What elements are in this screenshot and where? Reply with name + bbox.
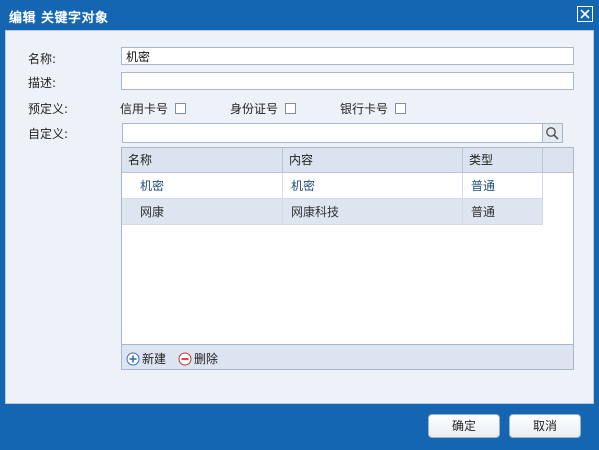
cell-name: 网康 xyxy=(122,199,283,225)
table-row[interactable]: 网康 网康科技 普通 xyxy=(122,199,543,225)
table-header: 名称 内容 类型 xyxy=(122,148,573,173)
preset-label: 预定义: xyxy=(28,102,69,116)
column-header-type[interactable]: 类型 xyxy=(463,148,543,172)
preset-credit-card: 信用卡号 xyxy=(120,100,187,117)
preset-credit-card-label: 信用卡号 xyxy=(120,102,169,116)
cell-content: 网康科技 xyxy=(283,199,463,225)
cell-type: 普通 xyxy=(463,199,543,225)
custom-search xyxy=(122,123,563,143)
close-button[interactable] xyxy=(577,6,593,22)
preset-id-card-checkbox[interactable] xyxy=(285,103,297,114)
preset-id-card-label: 身份证号 xyxy=(230,102,279,116)
dialog-body: 名称: 描述: 预定义: 信用卡号 身份证号 银行卡号 自定义: xyxy=(5,30,594,404)
column-header-name[interactable]: 名称 xyxy=(122,148,283,172)
column-header-content[interactable]: 内容 xyxy=(283,148,463,172)
preset-bank-card: 银行卡号 xyxy=(340,100,407,117)
add-button-label: 新建 xyxy=(142,352,167,366)
cancel-button[interactable]: 取消 xyxy=(509,414,581,438)
dialog-titlebar: 编辑 关键字对象 xyxy=(0,0,599,30)
delete-button[interactable]: 删除 xyxy=(178,350,218,367)
search-button[interactable] xyxy=(542,123,563,143)
keyword-table: 名称 内容 类型 机密 机密 普通 网康 网康科技 普通 xyxy=(121,147,574,370)
custom-search-input[interactable] xyxy=(122,123,543,143)
name-field[interactable] xyxy=(121,47,574,65)
add-icon xyxy=(126,352,140,365)
preset-id-card: 身份证号 xyxy=(230,100,297,117)
description-field[interactable] xyxy=(121,72,574,90)
cell-name: 机密 xyxy=(122,173,283,199)
ok-button[interactable]: 确定 xyxy=(428,414,500,438)
edit-keyword-dialog: 编辑 关键字对象 名称: 描述: 预定义: 信用卡号 身份证号 银行卡号 自定义… xyxy=(0,0,599,450)
close-icon xyxy=(580,9,590,19)
add-button[interactable]: 新建 xyxy=(126,350,166,367)
custom-label: 自定义: xyxy=(28,127,69,141)
cell-type: 普通 xyxy=(463,173,543,199)
preset-credit-card-checkbox[interactable] xyxy=(175,103,187,114)
cell-content: 机密 xyxy=(283,173,463,199)
table-row[interactable]: 机密 机密 普通 xyxy=(122,173,543,199)
name-label: 名称: xyxy=(28,52,57,66)
preset-bank-card-label: 银行卡号 xyxy=(340,102,389,116)
dialog-title: 编辑 关键字对象 xyxy=(9,11,109,26)
search-icon xyxy=(546,127,559,140)
preset-bank-card-checkbox[interactable] xyxy=(395,103,407,114)
minus-icon xyxy=(178,352,192,365)
delete-button-label: 删除 xyxy=(194,352,219,366)
description-label: 描述: xyxy=(28,76,57,90)
table-toolbar: 新建 删除 xyxy=(121,344,574,370)
